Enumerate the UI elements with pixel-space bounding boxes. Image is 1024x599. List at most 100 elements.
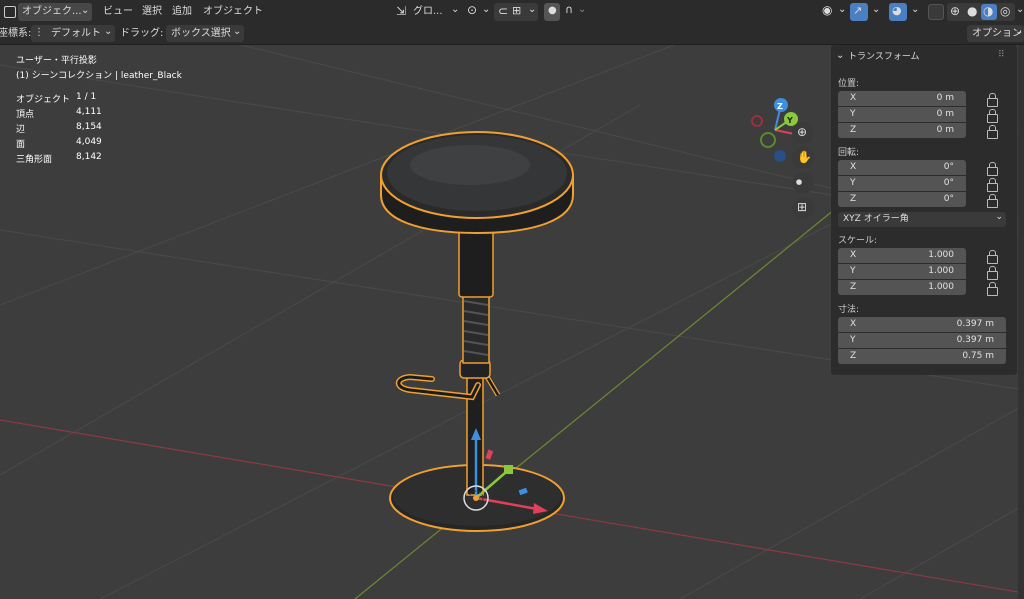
lock-icon[interactable] (987, 194, 998, 208)
chevron-down-icon: ⌄ (1016, 4, 1024, 15)
magnet-icon: ⊂ (498, 4, 509, 18)
lock-icon[interactable] (987, 178, 998, 192)
menu-object[interactable]: オブジェクト (203, 5, 263, 19)
editor-type-icon[interactable] (4, 6, 16, 18)
rotation-mode-dropdown[interactable]: XYZ オイラー角 ⌄ (838, 212, 1006, 227)
mode-label: オブジェク... (22, 6, 82, 17)
chevron-down-icon: ⌄ (451, 4, 460, 15)
coord-value: デフォルト (51, 28, 101, 39)
snap-grid-icon: ⊞ (512, 4, 522, 17)
sidebar-tabs[interactable] (1018, 45, 1024, 599)
chevron-down-icon: ⌄ (104, 26, 113, 37)
stat-label: 頂点 (16, 110, 35, 120)
stat-label: オブジェクト (16, 95, 71, 105)
chevron-down-icon: ⌄ (995, 212, 1003, 222)
dimensions-y-field[interactable]: Y 0.397 m (838, 333, 1006, 348)
zoom-button[interactable]: ⊕ (792, 122, 814, 144)
hand-icon: ✋ (797, 150, 812, 164)
menu-add[interactable]: 追加 (172, 5, 192, 19)
overlay-icon: ◕ (892, 4, 902, 17)
scale-z-field[interactable]: Z 1.000 (838, 280, 966, 295)
rotation-y-field[interactable]: Y 0° (838, 176, 966, 191)
lock-icon[interactable] (987, 250, 998, 264)
menu-view[interactable]: ビュー (103, 5, 133, 19)
gizmo-toggle[interactable]: ↗ (850, 3, 868, 21)
menu-select[interactable]: 選択 (142, 5, 162, 19)
rotation-label: 回転: (838, 148, 860, 158)
grid-icon: ⊞ (797, 200, 808, 214)
lock-icon[interactable] (987, 162, 998, 176)
drag-label: ドラッグ: (120, 28, 164, 39)
view-name: ユーザー・平行投影 (16, 56, 97, 66)
options-dropdown[interactable]: オプション ⌄ (967, 25, 1024, 42)
proportional-icon: ● (548, 5, 557, 16)
coord-icon: ⋮ (34, 27, 44, 38)
camera-icon: ⏺ (796, 175, 803, 189)
chevron-down-icon: ⌄ (81, 5, 90, 16)
visibility-icon[interactable]: ◉ (822, 3, 832, 17)
scale-x-field[interactable]: X 1.000 (838, 248, 966, 263)
viewport-header: オブジェク... ⌄ ビュー 選択 追加 オブジェクト ⇲ グロ... ⌄ ⊙ … (0, 0, 1024, 24)
orientation-icon: ⇲ (396, 4, 407, 18)
location-label: 位置: (838, 79, 860, 89)
chevron-down-icon[interactable]: ⌄ (836, 49, 844, 63)
gizmo-y-label: Y (786, 116, 793, 125)
overlay-toggle[interactable]: ◕ (889, 3, 907, 21)
mode-dropdown[interactable]: オブジェク... ⌄ (18, 3, 92, 21)
rendered-shading-icon[interactable]: ◎ (1000, 4, 1010, 18)
chevron-down-icon: ⌄ (233, 26, 242, 37)
proportional-edit-toggle[interactable]: ● (544, 3, 560, 21)
rotation-z-field[interactable]: Z 0° (838, 192, 966, 207)
falloff-icon[interactable]: ∩ (565, 3, 573, 17)
tool-settings-bar: 座標系: ⋮ デフォルト ⌄ ドラッグ: ボックス選択 ⌄ オプション ⌄ (0, 24, 1024, 45)
material-shading-icon[interactable]: ◑ (981, 4, 997, 20)
coord-dropdown[interactable]: ⋮ デフォルト ⌄ (31, 25, 115, 42)
chevron-down-icon: ⌄ (911, 4, 920, 15)
location-x-field[interactable]: X0 m (838, 91, 966, 106)
transform-panel: ⌄ トランスフォーム ⠿ 位置: X0 m Y0 m Z0 m 回転: X 0° … (831, 45, 1017, 375)
stat-label: 辺 (16, 125, 26, 135)
snap-toggle[interactable]: ⊂ ⊞ ⌄ (494, 3, 538, 21)
pivot-icon[interactable]: ⊙ (467, 3, 477, 17)
location-z-field[interactable]: Z0 m (838, 123, 966, 138)
lock-icon[interactable] (987, 109, 998, 123)
ortho-toggle-button[interactable]: ⊞ (792, 197, 814, 219)
drag-value: ボックス選択 (171, 28, 231, 39)
stat-value: 8,142 (76, 152, 102, 162)
drag-dropdown[interactable]: ボックス選択 ⌄ (166, 25, 244, 42)
chevron-down-icon: ⌄ (838, 4, 847, 15)
panel-title: トランスフォーム (848, 52, 920, 62)
camera-button[interactable]: ⏺ (792, 172, 814, 194)
solid-shading-icon[interactable]: ● (967, 4, 977, 18)
stat-value: 4,049 (76, 137, 102, 147)
transform-orientation-dropdown[interactable]: グロ... (413, 5, 443, 19)
location-y-field[interactable]: Y0 m (838, 107, 966, 122)
rotation-x-field[interactable]: X 0° (838, 160, 966, 175)
y-axis-line (354, 204, 841, 599)
pan-button[interactable]: ✋ (792, 147, 814, 169)
wireframe-shading-icon[interactable]: ⊕ (950, 4, 960, 18)
dimensions-x-field[interactable]: X 0.397 m (838, 317, 1006, 332)
stat-label: 三角形面 (16, 155, 53, 165)
lock-icon[interactable] (987, 266, 998, 280)
chevron-down-icon: ⌄ (1015, 26, 1024, 37)
scale-label: スケール: (838, 236, 878, 246)
scale-y-field[interactable]: Y 1.000 (838, 264, 966, 279)
dimensions-z-field[interactable]: Z 0.75 m (838, 349, 1006, 364)
coord-label: 座標系: (0, 28, 32, 39)
lock-icon[interactable] (987, 93, 998, 107)
collection-label: (1) シーンコレクション | leather_Black (16, 71, 182, 81)
chevron-down-icon: ⌄ (482, 4, 491, 15)
stat-label: 面 (16, 140, 26, 150)
xray-toggle[interactable] (928, 4, 944, 20)
lock-icon[interactable] (987, 282, 998, 296)
lock-icon[interactable] (987, 125, 998, 139)
drag-handle-icon[interactable]: ⠿ (998, 48, 1005, 62)
zoom-icon: ⊕ (797, 125, 808, 139)
stat-value: 1 / 1 (76, 92, 97, 102)
dimensions-label: 寸法: (838, 305, 860, 315)
shading-group: ⊕ ● ◑ ◎ (947, 3, 1015, 21)
chevron-down-icon: ⌄ (872, 4, 881, 15)
stat-value: 8,154 (76, 122, 102, 132)
stat-value: 4,111 (76, 107, 102, 117)
